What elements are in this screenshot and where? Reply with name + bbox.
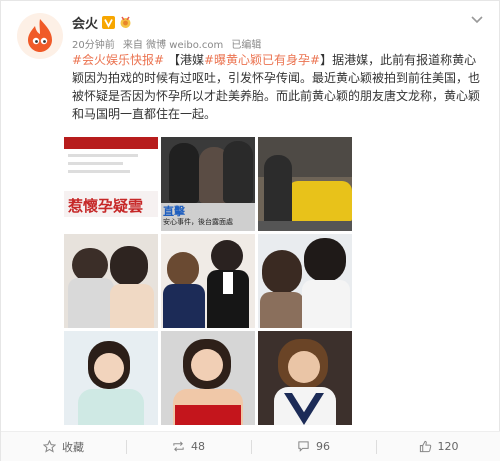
like-count: 120 [437, 440, 459, 453]
post-source[interactable]: 来自 微博 weibo.com [123, 40, 223, 51]
bracket-close: 】 [320, 53, 333, 67]
thumbs-up-icon [419, 440, 431, 453]
photo-thumbnail[interactable] [258, 331, 352, 425]
post-time[interactable]: 20分钟前 [72, 40, 115, 51]
avatar[interactable] [17, 13, 63, 59]
post-meta: 20分钟前 来自 微博 weibo.com 已编辑 [72, 36, 266, 51]
edited-tag: 已编辑 [231, 40, 262, 51]
image-grid: 惹懷孕疑雲 直擊 安心事件，後台露面處 [64, 137, 354, 425]
hashtag-link[interactable]: #曝黄心颖已有身孕# [204, 53, 320, 67]
chevron-down-icon[interactable] [471, 15, 483, 25]
photo-thumbnail[interactable] [258, 234, 352, 328]
photo-thumbnail[interactable]: 惹懷孕疑雲 [64, 137, 158, 231]
hashtag-link[interactable]: #会火娱乐快报# [72, 53, 164, 67]
comment-icon [298, 441, 309, 452]
action-bar: 收藏 48 96 120 [1, 431, 500, 461]
repost-count: 48 [191, 440, 205, 453]
photo-thumbnail[interactable] [161, 234, 255, 328]
weibo-post-card: 会火 20分钟前 来自 微博 weibo.com 已编辑 #会火娱乐快报# 【港… [0, 0, 500, 461]
repost-button[interactable]: 48 [126, 432, 251, 461]
star-icon [43, 440, 56, 453]
image-headline: 惹懷孕疑雲 [68, 197, 144, 215]
favorite-button[interactable]: 收藏 [1, 432, 126, 461]
photo-thumbnail[interactable] [64, 234, 158, 328]
repost-icon [173, 441, 184, 452]
photo-thumbnail[interactable] [258, 137, 352, 231]
bracket-open: 【港媒 [164, 53, 204, 67]
badge-medal-icon[interactable] [119, 16, 132, 29]
username[interactable]: 会火 [72, 13, 98, 32]
verified-v-icon [102, 15, 116, 29]
like-button[interactable]: 120 [376, 432, 500, 461]
photo-thumbnail[interactable] [161, 331, 255, 425]
favorite-label: 收藏 [62, 440, 84, 454]
image-subtitle: 安心事件，後台露面處 [163, 218, 233, 226]
photo-thumbnail[interactable]: 直擊 安心事件，後台露面處 [161, 137, 255, 231]
comment-count: 96 [316, 440, 330, 453]
post-body: #会火娱乐快报# 【港媒#曝黄心颖已有身孕#】据港媒，此前有报道称黄心颖因为拍戏… [72, 51, 485, 123]
comment-button[interactable]: 96 [251, 432, 376, 461]
photo-thumbnail[interactable] [64, 331, 158, 425]
